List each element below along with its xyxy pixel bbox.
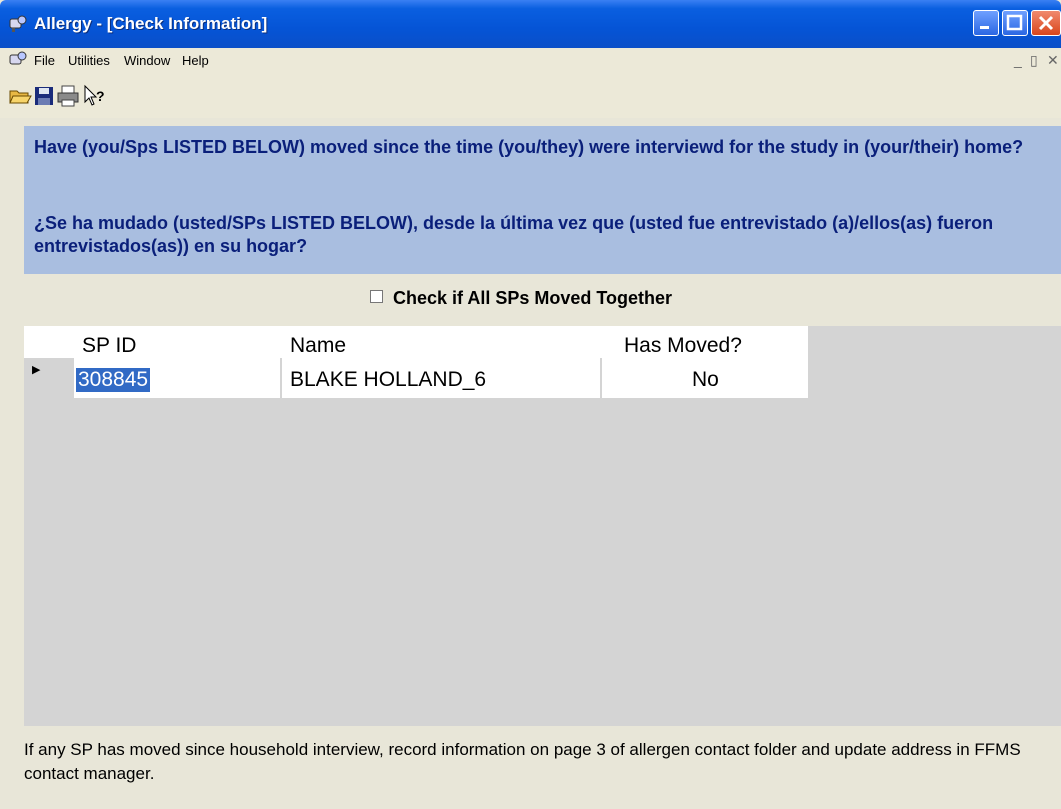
cell-name[interactable]: BLAKE HOLLAND_6	[282, 358, 600, 398]
menu-file[interactable]: File	[34, 53, 55, 68]
checkbox-box[interactable]	[370, 290, 383, 303]
mdi-minimize-button[interactable]: _	[1014, 52, 1022, 68]
question-panel: Have (you/Sps LISTED BELOW) moved since …	[24, 126, 1061, 274]
has-moved-value: No	[692, 368, 719, 391]
all-moved-checkbox[interactable]: Check if All SPs Moved Together	[370, 288, 672, 309]
open-folder-icon[interactable]	[8, 84, 32, 108]
checkbox-label: Check if All SPs Moved Together	[393, 288, 673, 308]
cell-sp-id[interactable]: 308845	[74, 358, 280, 398]
save-icon[interactable]	[32, 84, 56, 108]
menu-help[interactable]: Help	[182, 53, 209, 68]
print-icon[interactable]	[56, 84, 80, 108]
menu-utilities[interactable]: Utilities	[68, 53, 110, 68]
menu-bar: File Utilities Window Help _ ▯ ✕	[0, 48, 1061, 74]
app-icon[interactable]	[8, 14, 28, 34]
menu-window[interactable]: Window	[124, 53, 170, 68]
maximize-button[interactable]	[1002, 10, 1028, 36]
sp-grid: SP ID Name Has Moved? ▶ 308845 BLAKE HOL…	[24, 326, 1061, 726]
name-value: BLAKE HOLLAND_6	[290, 368, 487, 391]
main-panel: Have (you/Sps LISTED BELOW) moved since …	[0, 118, 1061, 809]
minimize-button[interactable]	[973, 10, 999, 36]
close-button[interactable]	[1031, 10, 1061, 36]
footer-note: If any SP has moved since household inte…	[24, 740, 1021, 783]
column-header-name[interactable]: Name	[290, 334, 346, 358]
app-menu-icon[interactable]	[8, 51, 28, 69]
cell-has-moved[interactable]: No	[602, 358, 808, 398]
context-help-icon[interactable]: ?	[82, 84, 106, 108]
column-header-has-moved[interactable]: Has Moved?	[624, 334, 742, 358]
minimize-icon	[980, 26, 989, 29]
column-header-sp-id[interactable]: SP ID	[82, 334, 136, 358]
title-bar[interactable]: Allergy - [Check Information]	[0, 0, 1061, 48]
toolbar: ?	[0, 78, 1061, 114]
close-icon	[1038, 15, 1054, 31]
grid-header-row: SP ID Name Has Moved?	[24, 326, 808, 358]
question-spanish: ¿Se ha mudado (usted/SPs LISTED BELOW), …	[34, 213, 994, 256]
sp-id-value: 308845	[76, 368, 151, 392]
question-english: Have (you/Sps LISTED BELOW) moved since …	[34, 137, 1024, 157]
row-selector-arrow-icon[interactable]: ▶	[32, 363, 40, 376]
svg-text:?: ?	[96, 88, 105, 104]
window-title: Allergy - [Check Information]	[34, 14, 268, 33]
mdi-restore-button[interactable]: ▯	[1030, 52, 1038, 69]
mdi-close-button[interactable]: ✕	[1047, 52, 1059, 69]
maximize-icon	[1006, 14, 1023, 31]
